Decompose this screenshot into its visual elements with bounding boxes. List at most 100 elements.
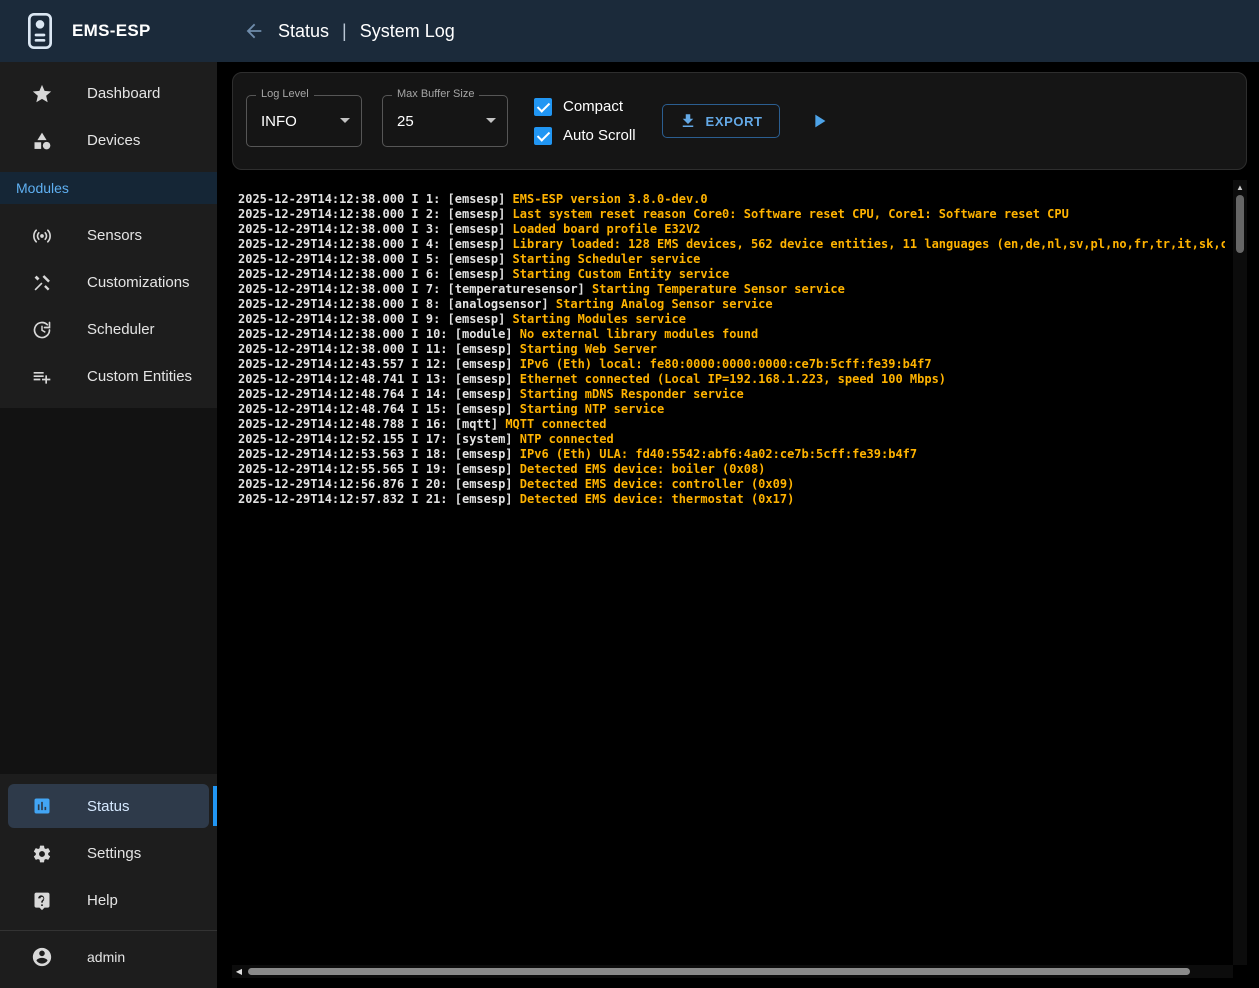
log-line: 2025-12-29T14:12:38.000 I 4: [emsesp] Li… [238, 237, 1225, 252]
log-line: 2025-12-29T14:12:48.788 I 16: [mqtt] MQT… [238, 417, 1225, 432]
log-line: 2025-12-29T14:12:38.000 I 7: [temperatur… [238, 282, 1225, 297]
sidebar-spacer [0, 408, 217, 774]
bar-chart-icon [31, 795, 53, 817]
log-line-message: Starting NTP service [520, 402, 665, 416]
sidebar-group-bottom: Status Settings Help [0, 774, 217, 988]
checkbox-icon [534, 127, 552, 145]
log-line: 2025-12-29T14:12:43.557 I 12: [emsesp] I… [238, 357, 1225, 372]
log-line: 2025-12-29T14:12:48.764 I 14: [emsesp] S… [238, 387, 1225, 402]
log-toolbar: Log Level INFO Max Buffer Size 25 Compac… [232, 72, 1247, 170]
log-line-message: IPv6 (Eth) ULA: fd40:5542:abf6:4a02:ce7b… [520, 447, 917, 461]
sidebar-divider [0, 930, 217, 931]
sidebar-user-label: admin [87, 949, 125, 965]
log-level-select[interactable]: Log Level INFO [246, 95, 362, 147]
sidebar-item-settings[interactable]: Settings [0, 830, 217, 877]
log-line-message: MQTT connected [505, 417, 606, 431]
log-line-message: Starting mDNS Responder service [520, 387, 744, 401]
scroll-left-icon[interactable]: ◀ [232, 967, 246, 976]
log-line-message: Library loaded: 128 EMS devices, 562 dev… [513, 237, 1225, 251]
sidebar-item-label: Sensors [87, 227, 142, 244]
log-line-message: Starting Temperature Sensor service [592, 282, 845, 296]
sidebar-item-customizations[interactable]: Customizations [0, 259, 217, 306]
log-line: 2025-12-29T14:12:52.155 I 17: [system] N… [238, 432, 1225, 447]
log-line-meta: 2025-12-29T14:12:48.741 I 13: [emsesp] [238, 372, 520, 386]
breadcrumb-section[interactable]: Status [278, 21, 329, 42]
log-line-message: NTP connected [520, 432, 614, 446]
sidebar-item-dashboard[interactable]: Dashboard [0, 70, 217, 117]
log-line-meta: 2025-12-29T14:12:38.000 I 7: [temperatur… [238, 282, 592, 296]
log-line-meta: 2025-12-29T14:12:57.832 I 21: [emsesp] [238, 492, 520, 506]
log-line-meta: 2025-12-29T14:12:38.000 I 9: [emsesp] [238, 312, 513, 326]
sidebar-item-help[interactable]: Help [0, 877, 217, 924]
gear-icon [31, 843, 53, 865]
log-line-message: Detected EMS device: thermostat (0x17) [520, 492, 795, 506]
app-title: EMS-ESP [72, 21, 151, 41]
sidebar-item-label: Scheduler [87, 321, 155, 338]
log-line: 2025-12-29T14:12:38.000 I 9: [emsesp] St… [238, 312, 1225, 327]
sidebar-item-scheduler[interactable]: Scheduler [0, 306, 217, 353]
log-line: 2025-12-29T14:12:57.832 I 21: [emsesp] D… [238, 492, 1225, 507]
log-line-meta: 2025-12-29T14:12:43.557 I 12: [emsesp] [238, 357, 520, 371]
horizontal-scrollbar[interactable]: ◀ [232, 965, 1233, 978]
log-line-meta: 2025-12-29T14:12:38.000 I 3: [emsesp] [238, 222, 513, 236]
back-arrow-icon[interactable] [243, 20, 265, 42]
log-line: 2025-12-29T14:12:38.000 I 6: [emsesp] St… [238, 267, 1225, 282]
breadcrumb-separator: | [342, 21, 347, 42]
sidebar-item-devices[interactable]: Devices [0, 117, 217, 164]
log-line-message: Starting Web Server [520, 342, 657, 356]
tools-icon [31, 272, 53, 294]
checkbox-icon [534, 98, 552, 116]
log-line-meta: 2025-12-29T14:12:38.000 I 5: [emsesp] [238, 252, 513, 266]
breadcrumb: Status | System Log [217, 20, 455, 42]
category-icon [31, 130, 53, 152]
log-line-meta: 2025-12-29T14:12:52.155 I 17: [system] [238, 432, 520, 446]
log-line: 2025-12-29T14:12:55.565 I 19: [emsesp] D… [238, 462, 1225, 477]
log-line-meta: 2025-12-29T14:12:56.876 I 20: [emsesp] [238, 477, 520, 491]
compact-label: Compact [563, 98, 623, 115]
vertical-scrollbar-thumb[interactable] [1236, 195, 1244, 253]
ems-esp-logo-icon [24, 12, 56, 50]
log-line-meta: 2025-12-29T14:12:48.788 I 16: [mqtt] [238, 417, 505, 431]
log-line-message: Ethernet connected (Local IP=192.168.1.2… [520, 372, 946, 386]
sidebar-item-custom-entities[interactable]: Custom Entities [0, 353, 217, 400]
auto-scroll-checkbox[interactable]: Auto Scroll [534, 127, 636, 145]
sidebar-item-label: Custom Entities [87, 368, 192, 385]
sidebar-group-top: Dashboard Devices [0, 62, 217, 172]
sidebar-item-label: Help [87, 892, 118, 909]
sidebar-item-status[interactable]: Status [8, 784, 209, 828]
log-console: 2025-12-29T14:12:38.000 I 1: [emsesp] EM… [232, 180, 1247, 978]
log-line: 2025-12-29T14:12:48.764 I 15: [emsesp] S… [238, 402, 1225, 417]
sidebar-item-sensors[interactable]: Sensors [0, 212, 217, 259]
auto-scroll-label: Auto Scroll [563, 127, 636, 144]
log-line-message: Starting Modules service [513, 312, 686, 326]
sidebar-item-label: Dashboard [87, 85, 160, 102]
log-line-message: Starting Scheduler service [513, 252, 701, 266]
log-line: 2025-12-29T14:12:38.000 I 8: [analogsens… [238, 297, 1225, 312]
export-button[interactable]: EXPORT [662, 104, 780, 138]
sidebar: Dashboard Devices Modules [0, 62, 217, 988]
playlist-add-icon [31, 366, 53, 388]
log-line-message: EMS-ESP version 3.8.0-dev.0 [513, 192, 708, 206]
scroll-up-icon[interactable]: ▲ [1233, 180, 1247, 194]
sidebar-item-admin[interactable]: admin [0, 933, 217, 980]
compact-checkbox[interactable]: Compact [534, 98, 636, 116]
log-line: 2025-12-29T14:12:53.563 I 18: [emsesp] I… [238, 447, 1225, 462]
max-buffer-size-select[interactable]: Max Buffer Size 25 [382, 95, 508, 147]
log-line: 2025-12-29T14:12:38.000 I 3: [emsesp] Lo… [238, 222, 1225, 237]
horizontal-scrollbar-thumb[interactable] [248, 968, 1190, 975]
log-line-meta: 2025-12-29T14:12:38.000 I 11: [emsesp] [238, 342, 520, 356]
sidebar-item-label: Settings [87, 845, 141, 862]
breadcrumb-page: System Log [360, 21, 455, 42]
log-line-message: Detected EMS device: controller (0x09) [520, 477, 795, 491]
vertical-scrollbar[interactable]: ▲ [1233, 180, 1247, 965]
play-button[interactable] [808, 110, 830, 132]
log-line-meta: 2025-12-29T14:12:38.000 I 2: [emsesp] [238, 207, 513, 221]
brand: EMS-ESP [0, 12, 217, 50]
sidebar-item-label: Status [87, 798, 130, 815]
log-line-meta: 2025-12-29T14:12:38.000 I 10: [module] [238, 327, 520, 341]
log-line-message: Starting Custom Entity service [513, 267, 730, 281]
log-level-label: Log Level [256, 88, 314, 100]
log-line: 2025-12-29T14:12:38.000 I 5: [emsesp] St… [238, 252, 1225, 267]
log-line-meta: 2025-12-29T14:12:48.764 I 14: [emsesp] [238, 387, 520, 401]
export-button-label: EXPORT [706, 114, 763, 129]
